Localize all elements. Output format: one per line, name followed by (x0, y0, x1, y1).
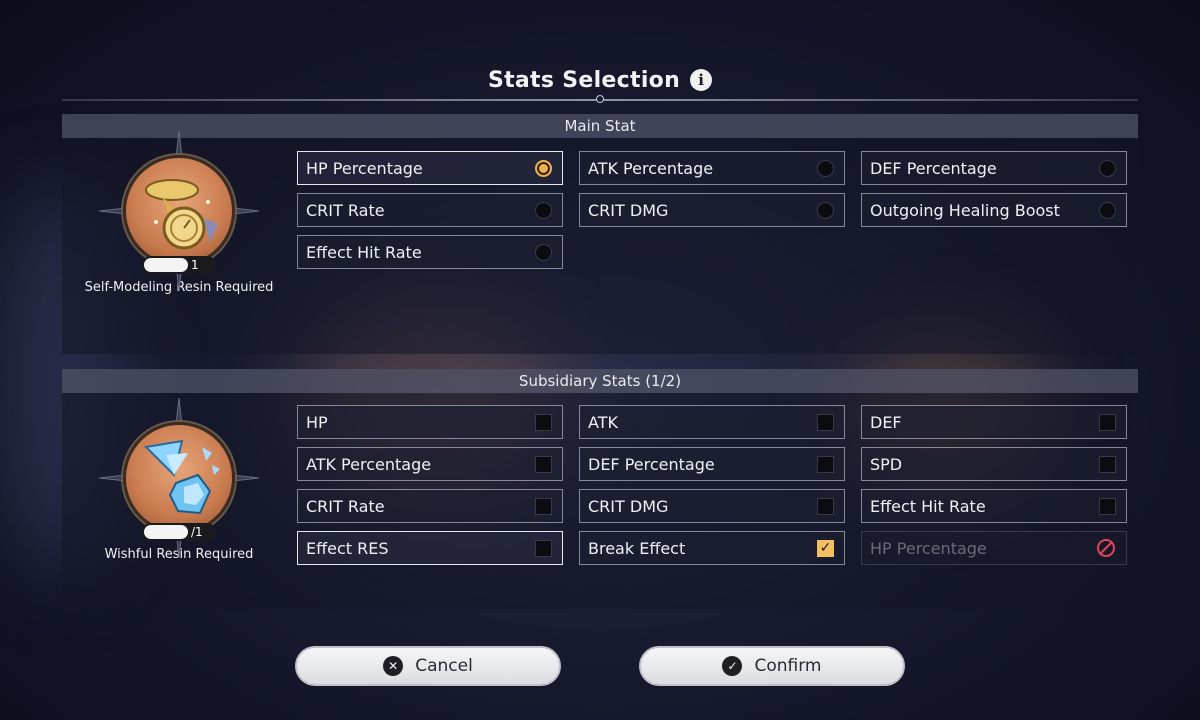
resin-count-redacted (144, 258, 188, 272)
main-stat-section: Main Stat 1 Self-Modeling Resin Required (62, 114, 1138, 354)
checkbox-icon (817, 455, 834, 473)
sub-stat-option-break-effect[interactable]: Break Effect ✓ (579, 531, 845, 565)
prohibited-icon (1097, 539, 1115, 557)
main-stat-option-atk-percentage[interactable]: ATK Percentage (579, 151, 845, 185)
main-stat-option-effect-hit-rate[interactable]: Effect Hit Rate (297, 235, 563, 269)
sub-stat-option-crit-rate[interactable]: CRIT Rate (297, 489, 563, 523)
checkbox-icon (535, 455, 552, 473)
checkbox-icon (817, 413, 834, 431)
main-stat-option-outgoing-healing-boost[interactable]: Outgoing Healing Boost (861, 193, 1127, 227)
radio-icon (817, 201, 834, 219)
resin-count-redacted (144, 525, 188, 539)
sub-stat-option-atk[interactable]: ATK (579, 405, 845, 439)
resin-count: /1 (142, 523, 216, 541)
wishful-resin: /1 Wishful Resin Required (62, 398, 296, 562)
divider-ornament (596, 95, 604, 103)
sub-stat-option-spd[interactable]: SPD (861, 447, 1127, 481)
sub-stat-option-crit-dmg[interactable]: CRIT DMG (579, 489, 845, 523)
checkbox-icon (535, 539, 552, 557)
checkbox-icon (1099, 497, 1116, 515)
radio-icon (535, 201, 552, 219)
sub-stat-option-def-percentage[interactable]: DEF Percentage (579, 447, 845, 481)
radio-icon (535, 243, 552, 261)
main-stat-option-hp-percentage[interactable]: HP Percentage (297, 151, 563, 185)
page-title: Stats Selection (487, 67, 681, 93)
radio-icon (1099, 159, 1116, 177)
radio-icon (1099, 201, 1116, 219)
main-stat-option-crit-rate[interactable]: CRIT Rate (297, 193, 563, 227)
check-icon: ✓ (722, 656, 743, 676)
sub-stat-option-atk-percentage[interactable]: ATK Percentage (297, 447, 563, 481)
subsidiary-stats-header: Subsidiary Stats (1/2) (62, 369, 1138, 393)
wishful-resin-icon (123, 422, 235, 534)
close-icon: ✕ (383, 656, 404, 676)
cancel-button[interactable]: ✕ Cancel (295, 646, 561, 686)
checkbox-icon (1099, 455, 1116, 473)
sub-stat-option-effect-hit-rate[interactable]: Effect Hit Rate (861, 489, 1127, 523)
checkbox-icon (535, 413, 552, 431)
sub-stat-option-effect-res[interactable]: Effect RES (297, 531, 563, 565)
checkbox-icon (817, 497, 834, 515)
checkbox-icon (535, 497, 552, 515)
resin-badge: /1 (99, 398, 259, 558)
radio-selected-icon (535, 159, 552, 177)
checkmark-icon: ✓ (817, 539, 834, 557)
resin-badge: 1 (99, 131, 259, 291)
sub-stat-option-hp-percentage: HP Percentage (861, 531, 1127, 565)
confirm-button[interactable]: ✓ Confirm (639, 646, 905, 686)
main-stat-option-crit-dmg[interactable]: CRIT DMG (579, 193, 845, 227)
radio-icon (817, 159, 834, 177)
sub-stat-option-hp[interactable]: HP (297, 405, 563, 439)
self-modeling-resin: 1 Self-Modeling Resin Required (62, 131, 296, 295)
title-row: Stats Selection i (0, 62, 1200, 98)
sub-stat-option-def[interactable]: DEF (861, 405, 1127, 439)
resin-count: 1 (142, 256, 216, 274)
info-icon[interactable]: i (690, 69, 713, 91)
checkbox-icon (1099, 413, 1116, 431)
self-modeling-resin-icon (123, 155, 235, 267)
main-stat-option-def-percentage[interactable]: DEF Percentage (861, 151, 1127, 185)
